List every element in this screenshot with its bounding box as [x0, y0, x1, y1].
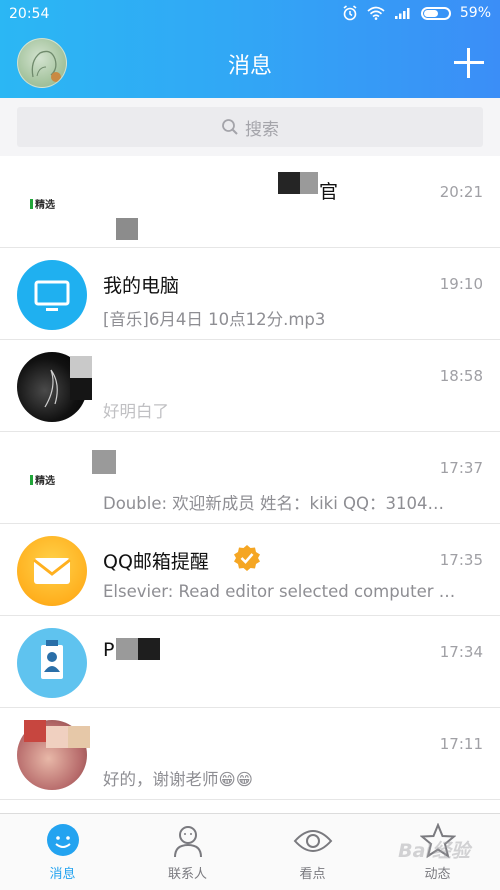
redacted-block [70, 378, 92, 400]
tab-contacts[interactable]: 联系人 [125, 814, 250, 890]
tab-label: 联系人 [167, 867, 207, 882]
tab-messages[interactable]: 消息 [0, 814, 125, 890]
tab-kandian[interactable]: 看点 [250, 814, 375, 890]
tab-label: 动态 [424, 867, 451, 882]
conversation-list: 精选 官 20:21 我的电脑 [音乐]6月4日 10点12分.mp3 19:1… [0, 156, 500, 800]
contacts-icon [173, 826, 202, 858]
redacted-block [300, 172, 318, 194]
top-bar: 20:54 59% 消息 [0, 0, 500, 98]
redacted-block [68, 726, 90, 748]
battery-percent: 59% [459, 5, 491, 21]
redacted-block [24, 720, 46, 742]
conversation-time: 17:11 [439, 735, 483, 753]
tab-label: 消息 [49, 867, 76, 882]
conversation-item[interactable]: 精选 官 20:21 [0, 156, 500, 248]
verified-badge-icon [234, 545, 260, 571]
conversation-item[interactable]: 我的电脑 [音乐]6月4日 10点12分.mp3 19:10 [0, 248, 500, 340]
conversation-preview: Double: 欢迎新成员 姓名：kiki QQ：3104… [103, 494, 445, 513]
conversation-time: 18:58 [439, 367, 483, 385]
conversation-name: 我的电脑 [103, 275, 180, 297]
conversation-time: 20:21 [439, 183, 483, 201]
conversation-item[interactable]: 精选 Double: 欢迎新成员 姓名：kiki QQ：3104… 17:37 [0, 432, 500, 524]
conversation-preview: 好明白了 [103, 402, 169, 421]
wifi-icon [367, 6, 385, 20]
status-icons: 59% [342, 5, 491, 21]
featured-tag: 精选 [30, 196, 55, 211]
chat-bubble-icon [46, 824, 79, 856]
redacted-block [278, 172, 300, 194]
redacted-block [116, 638, 138, 660]
featured-tag: 精选 [30, 472, 55, 487]
conversation-item[interactable]: 好明白了 18:58 [0, 340, 500, 432]
tab-label: 看点 [299, 867, 326, 882]
redacted-block [138, 638, 160, 660]
conversation-time: 17:34 [439, 643, 483, 661]
status-bar: 20:54 59% [0, 0, 500, 30]
mail-icon [17, 536, 87, 606]
search-icon [222, 119, 238, 135]
conversation-preview: [音乐]6月4日 10点12分.mp3 [103, 310, 326, 329]
conversation-time: 17:35 [439, 551, 483, 569]
conversation-name: 官 [319, 181, 339, 203]
conversation-preview: Elsevier: Read editor selected computer … [103, 582, 456, 601]
search-input[interactable]: 搜索 [17, 107, 483, 147]
computer-icon [17, 260, 87, 330]
plus-icon[interactable] [454, 48, 484, 78]
search-area: 搜索 [0, 98, 500, 156]
conversation-item[interactable]: 好的，谢谢老师😁😁 17:11 [0, 708, 500, 800]
conversation-item[interactable]: P 17:34 [0, 616, 500, 708]
battery-icon [420, 6, 451, 20]
conversation-name: P [103, 639, 115, 661]
page-title: 消息 [227, 54, 272, 79]
redacted-block [46, 726, 68, 748]
conversation-time: 19:10 [439, 275, 483, 293]
conversation-preview: 好的，谢谢老师😁😁 [103, 770, 253, 789]
watermark: Bai经验 [398, 840, 470, 862]
conversation-name: QQ邮箱提醒 [103, 551, 209, 573]
signal-icon [394, 8, 410, 19]
search-placeholder: 搜索 [245, 119, 279, 140]
redacted-block [92, 450, 116, 474]
status-time: 20:54 [9, 6, 50, 22]
redacted-block [116, 218, 138, 240]
alarm-icon [343, 5, 357, 21]
redacted-block [70, 356, 92, 378]
conversation-time: 17:37 [439, 459, 483, 477]
id-card-icon [17, 628, 87, 698]
eye-icon [293, 830, 332, 852]
conversation-item[interactable]: QQ邮箱提醒 Elsevier: Read editor selected co… [0, 524, 500, 616]
